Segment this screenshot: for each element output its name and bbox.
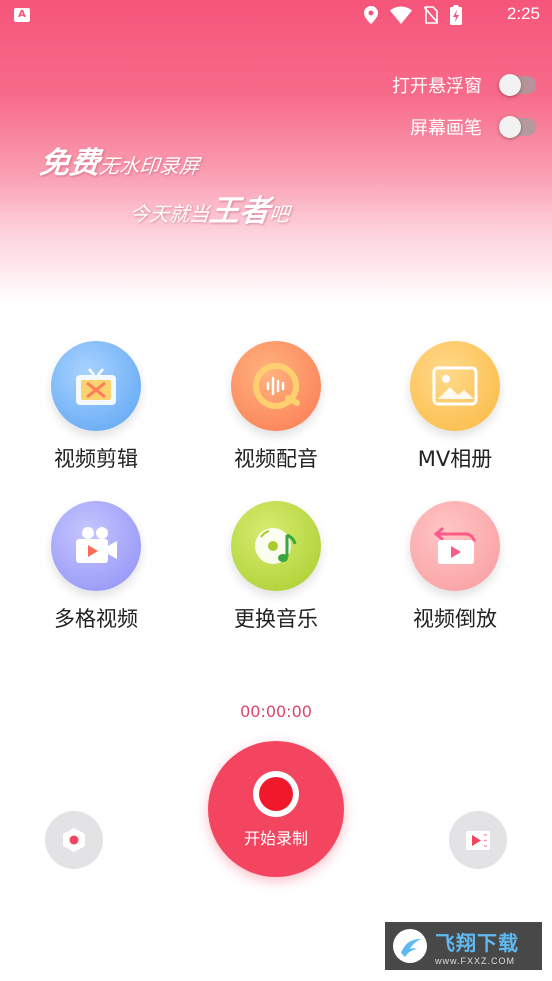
slogan-line-1: 免费无水印录屏 xyxy=(38,138,203,182)
floating-window-label: 打开悬浮窗 xyxy=(392,76,482,97)
feature-label: 视频剪辑 xyxy=(54,447,138,471)
audio-wave-icon xyxy=(253,363,300,409)
feature-multi-grid-video[interactable]: 多格视频 xyxy=(16,501,176,633)
wifi-icon xyxy=(390,6,412,24)
floating-window-switch[interactable] xyxy=(499,74,536,96)
app-notification-icon: A xyxy=(14,8,30,22)
video-list-button[interactable] xyxy=(449,811,507,869)
recordings-button[interactable] xyxy=(45,811,103,869)
video-reverse-icon-circle xyxy=(410,501,500,591)
feature-video-dubbing[interactable]: 视频配音 xyxy=(196,341,356,473)
watermark-logo-icon xyxy=(393,929,427,963)
watermark-text: 飞翔下载 www.FXXZ.COM xyxy=(435,927,519,966)
screen-brush-toggle-row: 屏幕画笔 xyxy=(410,114,536,140)
change-music-icon-circle xyxy=(231,501,321,591)
watermark-url: www.FXXZ.COM xyxy=(435,955,516,966)
video-edit-icon-circle xyxy=(51,341,141,431)
hexagon-record-icon xyxy=(63,828,85,852)
video-file-icon xyxy=(466,831,490,850)
video-camera-icon xyxy=(76,527,117,563)
mv-album-icon-circle xyxy=(410,341,500,431)
slogan-king: 王者 xyxy=(207,194,272,229)
screen-brush-switch[interactable] xyxy=(499,116,536,138)
status-icons xyxy=(364,5,462,25)
start-recording-button[interactable]: 开始录制 xyxy=(208,741,344,877)
slogan-no-watermark: 无水印录屏 xyxy=(98,154,201,178)
status-bar: A 2:25 xyxy=(0,0,552,30)
feature-change-music[interactable]: 更换音乐 xyxy=(196,501,356,633)
feature-label: MV相册 xyxy=(417,447,493,471)
site-watermark: 飞翔下载 www.FXXZ.COM xyxy=(385,922,542,970)
status-time: 2:25 xyxy=(506,4,540,23)
slogan-today: 今天就当 xyxy=(128,202,211,226)
floating-window-toggle-row: 打开悬浮窗 xyxy=(392,72,536,98)
record-dot xyxy=(259,777,293,811)
picture-icon xyxy=(432,366,478,406)
slogan-free: 免费 xyxy=(37,146,102,181)
video-dubbing-icon-circle xyxy=(231,341,321,431)
slogan-line-2: 今天就当王者吧 xyxy=(128,186,293,230)
feature-label: 多格视频 xyxy=(54,607,138,631)
tv-scissors-icon xyxy=(76,368,116,405)
switch-knob xyxy=(499,116,521,138)
switch-knob xyxy=(499,74,521,96)
start-recording-label: 开始录制 xyxy=(243,829,308,848)
record-icon xyxy=(253,771,299,817)
multi-grid-icon-circle xyxy=(51,501,141,591)
watermark-title: 飞翔下载 xyxy=(435,930,519,955)
reverse-play-icon xyxy=(433,527,476,564)
feature-video-reverse[interactable]: 视频倒放 xyxy=(375,501,535,633)
battery-charging-icon xyxy=(450,5,462,25)
feature-label: 视频倒放 xyxy=(413,607,497,631)
screen-brush-label: 屏幕画笔 xyxy=(410,118,482,139)
recording-timer: 00:00:00 xyxy=(240,702,312,721)
slogan-tail: 吧 xyxy=(268,202,291,226)
feature-video-edit[interactable]: 视频剪辑 xyxy=(16,341,176,473)
music-disc-icon xyxy=(255,528,297,564)
feature-label: 视频配音 xyxy=(234,447,318,471)
no-sim-icon xyxy=(424,6,438,24)
feature-label: 更换音乐 xyxy=(234,607,318,631)
location-icon xyxy=(364,6,378,24)
feature-mv-album[interactable]: MV相册 xyxy=(375,341,535,473)
